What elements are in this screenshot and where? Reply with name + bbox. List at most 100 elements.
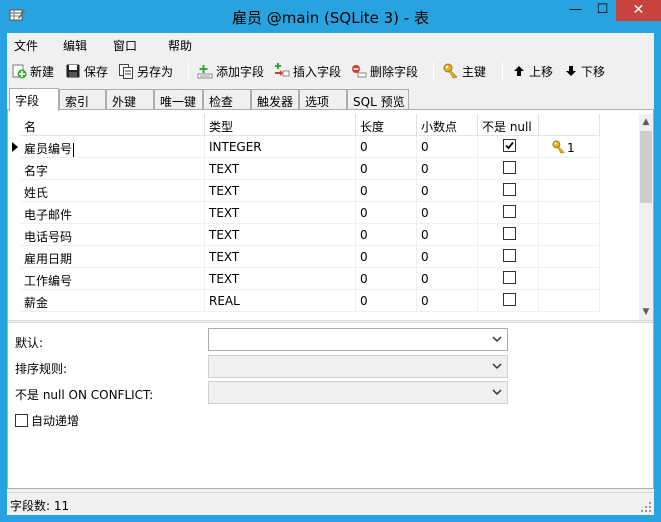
scroll-up-arrow-icon[interactable]: ▲ — [639, 114, 653, 130]
table-row[interactable]: 工作编号 TEXT 0 0 — [9, 268, 638, 290]
autoincrement-option[interactable]: 自动递增 — [15, 412, 79, 429]
scroll-down-arrow-icon[interactable]: ▼ — [639, 304, 653, 320]
key-cell[interactable] — [539, 158, 600, 180]
not-null-checkbox[interactable] — [503, 183, 516, 196]
key-cell[interactable]: 1 — [539, 136, 600, 158]
collation-combo[interactable] — [208, 355, 508, 378]
field-decimals-cell[interactable]: 0 — [417, 224, 478, 246]
default-combo[interactable] — [208, 328, 508, 351]
table-row[interactable]: 薪金 REAL 0 0 — [9, 290, 638, 312]
table-row[interactable]: 雇员编号 INTEGER 0 0 1 — [9, 136, 638, 158]
menu-help[interactable]: 帮助 — [168, 37, 192, 54]
move-down-button[interactable]: 下移 — [564, 61, 605, 81]
field-type-cell[interactable]: TEXT — [205, 224, 356, 246]
key-cell[interactable] — [539, 290, 600, 312]
field-length-cell[interactable]: 0 — [356, 136, 417, 158]
not-null-checkbox[interactable] — [503, 271, 516, 284]
field-decimals-cell[interactable]: 0 — [417, 268, 478, 290]
field-type-cell[interactable]: INTEGER — [205, 136, 356, 158]
field-length-cell[interactable]: 0 — [356, 246, 417, 268]
not-null-checkbox[interactable] — [503, 161, 516, 174]
not-null-cell[interactable] — [478, 136, 539, 158]
not-null-cell[interactable] — [478, 246, 539, 268]
column-header-name[interactable]: 名 — [20, 114, 205, 136]
not-null-conflict-combo[interactable] — [208, 381, 508, 404]
move-up-button[interactable]: 上移 — [512, 61, 553, 81]
resize-grip-icon[interactable] — [640, 501, 652, 513]
key-cell[interactable] — [539, 180, 600, 202]
not-null-checkbox[interactable] — [503, 139, 516, 152]
not-null-checkbox[interactable] — [503, 205, 516, 218]
menu-window[interactable]: 窗口 — [113, 37, 137, 54]
key-cell[interactable] — [539, 224, 600, 246]
table-row[interactable]: 电子邮件 TEXT 0 0 — [9, 202, 638, 224]
field-decimals-cell[interactable]: 0 — [417, 158, 478, 180]
new-button[interactable]: 新建 — [11, 61, 54, 81]
save-as-button[interactable]: 另存为 — [118, 61, 173, 81]
tab-triggers[interactable]: 触发器 — [251, 89, 299, 110]
table-row[interactable]: 名字 TEXT 0 0 — [9, 158, 638, 180]
field-type-cell[interactable]: TEXT — [205, 246, 356, 268]
column-header-length[interactable]: 长度 — [356, 114, 417, 136]
field-length-cell[interactable]: 0 — [356, 158, 417, 180]
grid-vertical-scrollbar[interactable]: ▲ ▼ — [639, 114, 653, 320]
key-cell[interactable] — [539, 202, 600, 224]
not-null-checkbox[interactable] — [503, 293, 516, 306]
tab-foreign-keys[interactable]: 外键 — [106, 89, 154, 110]
field-type-cell[interactable]: TEXT — [205, 202, 356, 224]
column-header-type[interactable]: 类型 — [205, 114, 356, 136]
not-null-cell[interactable] — [478, 180, 539, 202]
menu-file[interactable]: 文件 — [14, 37, 38, 54]
field-name-cell[interactable]: 姓氏 — [20, 180, 205, 202]
table-row[interactable]: 雇用日期 TEXT 0 0 — [9, 246, 638, 268]
close-button[interactable]: ✕ — [616, 0, 661, 21]
primary-key-button[interactable]: 主键 — [443, 61, 486, 81]
field-length-cell[interactable]: 0 — [356, 224, 417, 246]
field-length-cell[interactable]: 0 — [356, 268, 417, 290]
column-header-key[interactable] — [539, 114, 600, 136]
field-length-cell[interactable]: 0 — [356, 290, 417, 312]
field-type-cell[interactable]: TEXT — [205, 180, 356, 202]
tab-sql-preview[interactable]: SQL 预览 — [347, 89, 409, 110]
save-button[interactable]: 保存 — [65, 61, 108, 81]
add-field-button[interactable]: 添加字段 — [197, 61, 264, 81]
field-decimals-cell[interactable]: 0 — [417, 290, 478, 312]
maximize-button[interactable]: ☐ — [589, 0, 616, 21]
field-name-cell[interactable]: 电子邮件 — [20, 202, 205, 224]
field-name-cell[interactable]: 电话号码 — [20, 224, 205, 246]
key-cell[interactable] — [539, 246, 600, 268]
table-row[interactable]: 电话号码 TEXT 0 0 — [9, 224, 638, 246]
field-type-cell[interactable]: TEXT — [205, 158, 356, 180]
not-null-cell[interactable] — [478, 268, 539, 290]
delete-field-button[interactable]: 删除字段 — [351, 61, 418, 81]
title-bar[interactable]: 雇员 @main (SQLite 3) - 表 — ☐ ✕ — [0, 0, 661, 33]
field-decimals-cell[interactable]: 0 — [417, 136, 478, 158]
panel-splitter[interactable] — [8, 320, 653, 323]
table-row[interactable]: 姓氏 TEXT 0 0 — [9, 180, 638, 202]
tab-options[interactable]: 选项 — [299, 89, 347, 110]
field-name-cell[interactable]: 工作编号 — [20, 268, 205, 290]
tab-indexes[interactable]: 索引 — [59, 89, 106, 110]
menu-edit[interactable]: 编辑 — [63, 37, 87, 54]
column-header-not-null[interactable]: 不是 null — [478, 114, 539, 136]
field-length-cell[interactable]: 0 — [356, 180, 417, 202]
key-cell[interactable] — [539, 268, 600, 290]
not-null-cell[interactable] — [478, 224, 539, 246]
field-length-cell[interactable]: 0 — [356, 202, 417, 224]
field-decimals-cell[interactable]: 0 — [417, 180, 478, 202]
field-name-cell[interactable]: 薪金 — [20, 290, 205, 312]
tab-fields[interactable]: 字段 — [9, 88, 59, 111]
not-null-checkbox[interactable] — [503, 249, 516, 262]
field-decimals-cell[interactable]: 0 — [417, 246, 478, 268]
field-decimals-cell[interactable]: 0 — [417, 202, 478, 224]
tab-unique-keys[interactable]: 唯一键 — [154, 89, 203, 110]
minimize-button[interactable]: — — [562, 0, 589, 21]
not-null-checkbox[interactable] — [503, 227, 516, 240]
tab-checks[interactable]: 检查 — [203, 89, 251, 110]
field-type-cell[interactable]: TEXT — [205, 268, 356, 290]
field-name-cell[interactable]: 雇用日期 — [20, 246, 205, 268]
field-name-cell[interactable]: 名字 — [20, 158, 205, 180]
not-null-cell[interactable] — [478, 202, 539, 224]
column-header-decimals[interactable]: 小数点 — [417, 114, 478, 136]
scroll-thumb[interactable] — [640, 131, 652, 203]
